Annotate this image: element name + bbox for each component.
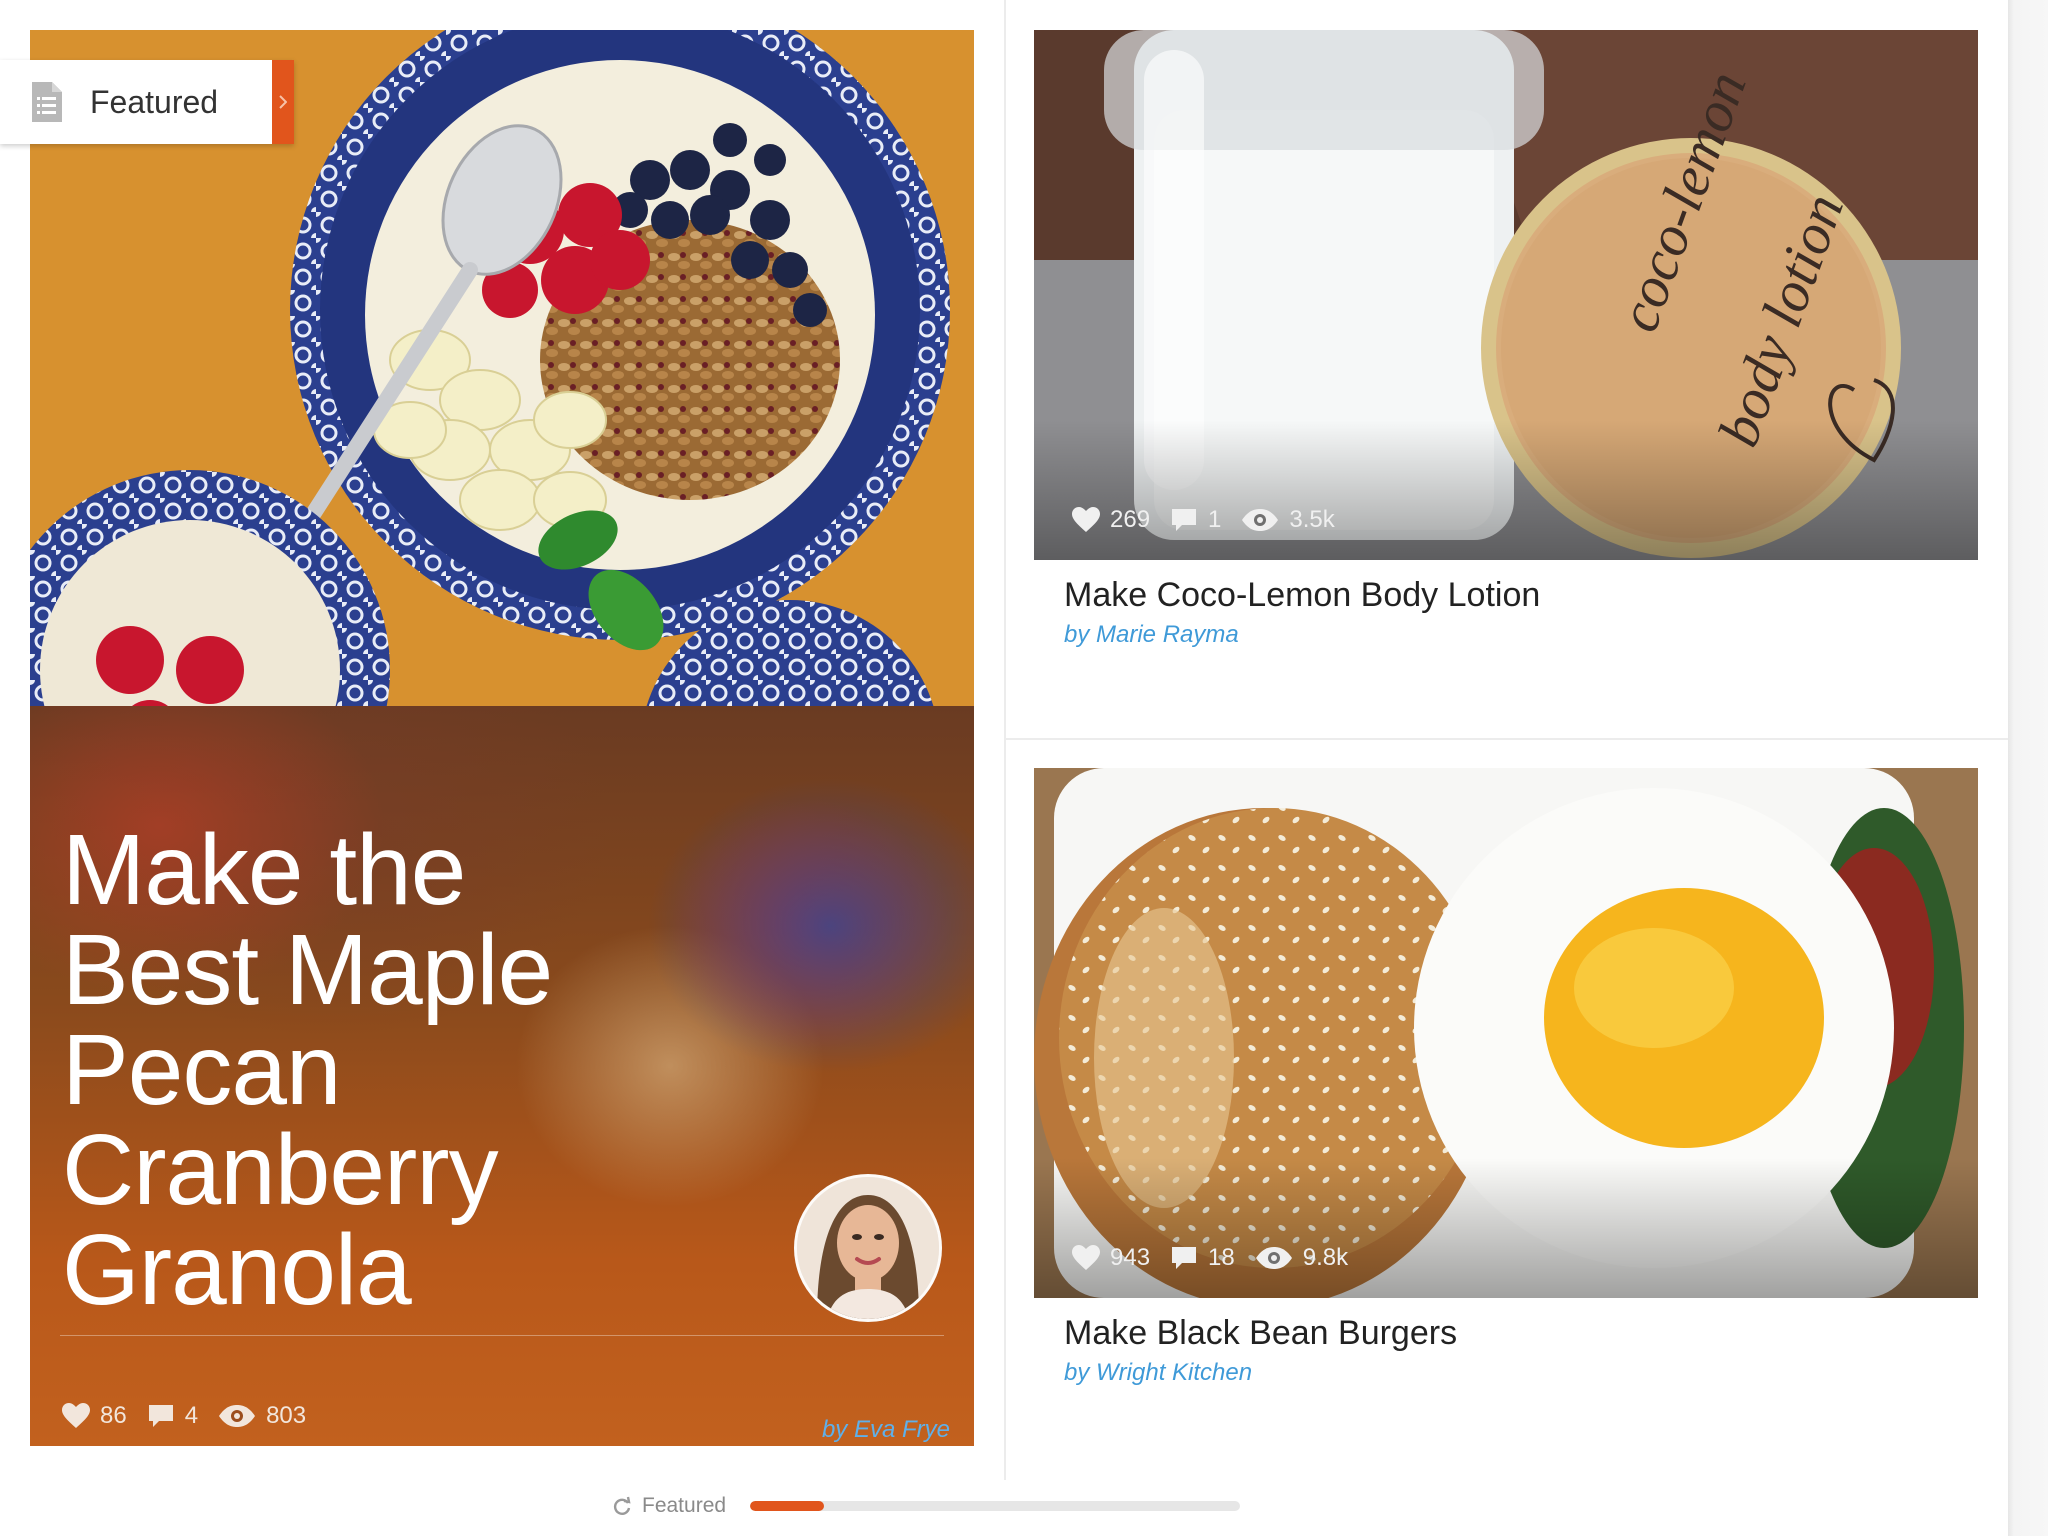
card-photo: coco-lemon body lotion 269 1 3.5k (1034, 30, 1978, 560)
views-count: 9.8k (1302, 1244, 1349, 1271)
card-title[interactable]: Make Coco-Lemon Body Lotion (1064, 576, 1978, 615)
comments-stat[interactable]: 18 (1170, 1244, 1235, 1272)
card-stats: 269 1 3.5k (1072, 506, 1355, 534)
views-stat[interactable]: 9.8k (1255, 1244, 1348, 1272)
comments-count: 1 (1208, 506, 1222, 533)
comment-icon (148, 1405, 173, 1427)
heart-icon (1072, 507, 1100, 532)
card-title[interactable]: Make Black Bean Burgers (1064, 1314, 1978, 1353)
likes-count: 943 (1110, 1244, 1151, 1271)
eye-icon (219, 1405, 256, 1427)
comments-count: 18 (1208, 1244, 1235, 1271)
hero-title[interactable]: Make the Best Maple Pecan Cranberry Gran… (62, 820, 622, 1320)
hero-divider (60, 1335, 944, 1336)
column-divider (1004, 0, 1006, 1480)
likes-stat[interactable]: 943 (1072, 1244, 1150, 1272)
views-count: 3.5k (1289, 506, 1335, 533)
photo-shade (1034, 1158, 1978, 1298)
featured-tab[interactable]: Featured (0, 60, 294, 144)
card-author-link[interactable]: by Marie Rayma (1064, 621, 1978, 649)
hero-stats: 86 4 803 (62, 1402, 326, 1430)
recipe-card-burger[interactable]: 943 18 9.8k Make Black Bean Burgers by W… (1034, 768, 1978, 1387)
views-stat[interactable]: 3.5k (1241, 506, 1335, 534)
likes-stat[interactable]: 269 (1072, 506, 1150, 534)
eye-icon (1242, 509, 1279, 531)
comments-count: 4 (184, 1402, 199, 1429)
chevron-right-icon (279, 95, 287, 109)
comment-icon (1172, 1247, 1197, 1269)
heart-icon (62, 1403, 90, 1428)
featured-tab-label: Featured (90, 83, 219, 120)
right-edge-shadow (2008, 0, 2048, 1536)
avatar-image (797, 1177, 939, 1319)
pager-progress-fill (750, 1501, 824, 1511)
pager-label: Featured (642, 1494, 727, 1517)
eye-icon (1255, 1247, 1292, 1269)
likes-count: 86 (100, 1402, 127, 1429)
row-divider (1006, 738, 2008, 740)
feed-pager[interactable]: Featured (612, 1494, 1241, 1518)
refresh-icon (613, 1496, 631, 1515)
views-count: 803 (266, 1402, 307, 1429)
comments-stat[interactable]: 4 (147, 1402, 198, 1430)
author-avatar[interactable] (794, 1174, 942, 1322)
document-list-icon (32, 82, 62, 122)
pager-progress-track[interactable] (750, 1501, 1241, 1511)
views-stat[interactable]: 803 (218, 1402, 306, 1430)
heart-icon (1072, 1245, 1100, 1270)
comments-stat[interactable]: 1 (1170, 506, 1221, 534)
hero-author-link[interactable]: by Eva Frye (822, 1416, 950, 1444)
comment-icon (1172, 509, 1197, 531)
card-stats: 943 18 9.8k (1072, 1244, 1368, 1272)
featured-tab-handle[interactable] (272, 60, 294, 144)
card-photo: 943 18 9.8k (1034, 768, 1978, 1298)
card-author-link[interactable]: by Wright Kitchen (1064, 1359, 1978, 1387)
recipe-card-lotion[interactable]: coco-lemon body lotion 269 1 3.5k Make C… (1034, 30, 1978, 649)
hero-card[interactable]: Make the Best Maple Pecan Cranberry Gran… (30, 30, 974, 1446)
photo-shade (1034, 420, 1978, 560)
likes-stat[interactable]: 86 (62, 1402, 127, 1430)
likes-count: 269 (1110, 506, 1151, 533)
